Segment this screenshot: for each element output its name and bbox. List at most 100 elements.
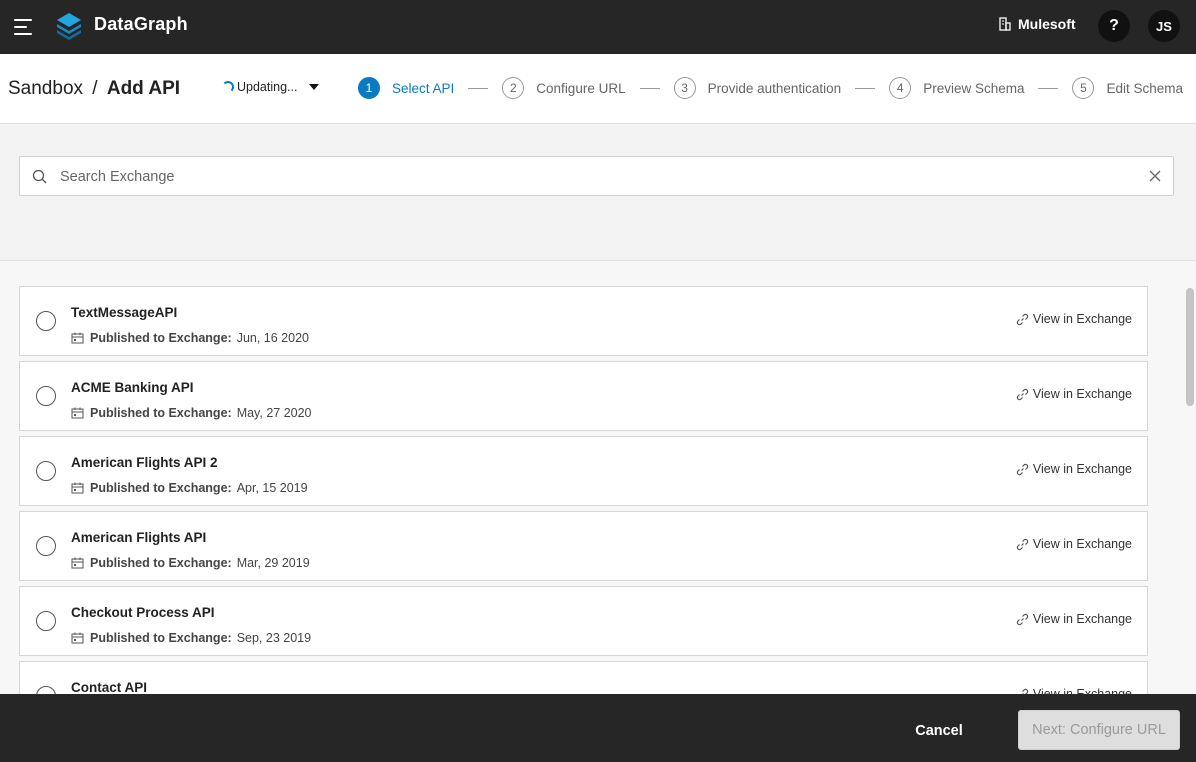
step-label: Configure URL (536, 80, 626, 96)
cancel-button[interactable]: Cancel (902, 711, 976, 751)
published-label: Published to Exchange: (90, 331, 232, 345)
view-in-exchange-link[interactable]: View in Exchange (1016, 462, 1132, 476)
org-switcher[interactable]: Mulesoft (998, 16, 1076, 32)
api-name: American Flights API (71, 530, 207, 545)
environment-status: Updating... (237, 80, 298, 94)
link-icon (1016, 313, 1029, 325)
step-number: 4 (889, 77, 912, 99)
loading-spinner-icon (222, 81, 234, 93)
search-section (0, 124, 1196, 261)
step-number: 5 (1072, 77, 1095, 99)
view-in-exchange-link[interactable]: View in Exchange (1016, 687, 1132, 694)
step-number: 3 (673, 77, 696, 99)
calendar-icon (71, 407, 84, 419)
publish-info: Published to Exchange: Mar, 29 2019 (71, 556, 310, 570)
published-date: May, 27 2020 (236, 406, 312, 420)
user-avatar[interactable]: JS (1148, 10, 1180, 42)
menu-icon[interactable] (14, 16, 36, 38)
api-name: TextMessageAPI (71, 305, 178, 320)
link-icon (1016, 388, 1029, 400)
list-scrollbar[interactable] (1186, 288, 1194, 406)
step-label: Select API (392, 80, 455, 96)
environment-dropdown[interactable]: Updating... (222, 80, 320, 94)
publish-info: Published to Exchange: Sep, 23 2019 (71, 631, 311, 645)
api-list-item[interactable]: ACME Banking API Published to Exchange: … (19, 361, 1148, 431)
step-divider (639, 87, 660, 89)
publish-info: Published to Exchange: May, 27 2020 (71, 406, 312, 420)
step-divider (855, 87, 876, 89)
step-divider (468, 87, 489, 89)
page-header: Sandbox / Add API Updating... 1 Select A… (0, 54, 1196, 124)
published-date: Sep, 23 2019 (236, 631, 312, 645)
page-title: Add API (106, 78, 181, 99)
api-list-item[interactable]: American Flights API 2 Published to Exch… (19, 436, 1148, 506)
step-label: Provide authentication (707, 80, 842, 96)
publish-info: Published to Exchange: Apr, 15 2019 (71, 481, 308, 495)
step-preview-schema: 4 Preview Schema (889, 77, 1024, 99)
api-name: Checkout Process API (71, 605, 215, 620)
caret-down-icon (309, 84, 320, 90)
link-icon (1016, 613, 1029, 625)
api-name: American Flights API 2 (71, 455, 218, 470)
step-label: Edit Schema (1106, 80, 1184, 96)
step-configure-url: 2 Configure URL (502, 77, 626, 99)
step-select-api: 1 Select API (358, 77, 454, 99)
datagraph-logo-icon (57, 13, 81, 40)
footer-bar: Cancel Next: Configure URL (0, 694, 1196, 762)
breadcrumb-parent[interactable]: Sandbox (8, 78, 83, 99)
select-radio[interactable] (36, 386, 56, 406)
view-in-exchange-label: View in Exchange (1032, 687, 1132, 694)
help-button[interactable]: ? (1098, 10, 1130, 42)
calendar-icon (71, 557, 84, 569)
breadcrumb-separator: / (92, 78, 98, 99)
wizard-stepper: 1 Select API 2 Configure URL 3 Provide a… (358, 77, 1183, 99)
step-provide-authentication: 3 Provide authentication (673, 77, 842, 99)
view-in-exchange-label: View in Exchange (1032, 612, 1132, 626)
building-icon (999, 17, 1011, 31)
published-label: Published to Exchange: (90, 556, 232, 570)
top-navigation-bar: DataGraph Mulesoft ? JS (0, 0, 1196, 54)
published-date: Jun, 16 2020 (236, 331, 309, 345)
published-label: Published to Exchange: (90, 631, 232, 645)
select-radio[interactable] (36, 461, 56, 481)
link-icon (1016, 538, 1029, 550)
step-divider (1038, 87, 1059, 89)
api-list-item[interactable]: TextMessageAPI Published to Exchange: Ju… (19, 286, 1148, 356)
search-icon (32, 169, 47, 184)
api-list-item[interactable]: Contact API Published to Exchange: View … (19, 661, 1148, 694)
search-input[interactable] (60, 166, 1120, 188)
view-in-exchange-label: View in Exchange (1032, 312, 1132, 326)
api-name: Contact API (71, 680, 148, 694)
view-in-exchange-label: View in Exchange (1032, 537, 1132, 551)
api-list-item[interactable]: Checkout Process API Published to Exchan… (19, 586, 1148, 656)
select-radio[interactable] (36, 611, 56, 631)
org-name: Mulesoft (1018, 16, 1076, 32)
select-radio[interactable] (36, 686, 56, 694)
view-in-exchange-link[interactable]: View in Exchange (1016, 612, 1132, 626)
clear-search-icon[interactable] (1149, 170, 1161, 182)
view-in-exchange-link[interactable]: View in Exchange (1016, 537, 1132, 551)
breadcrumb: Sandbox / Add API (8, 78, 180, 100)
view-in-exchange-label: View in Exchange (1032, 462, 1132, 476)
api-list-item[interactable]: American Flights API Published to Exchan… (19, 511, 1148, 581)
api-name: ACME Banking API (71, 380, 194, 395)
next-configure-url-button[interactable]: Next: Configure URL (1018, 710, 1180, 750)
api-list-container: TextMessageAPI Published to Exchange: Ju… (0, 261, 1196, 694)
published-date: Apr, 15 2019 (236, 481, 308, 495)
api-list: TextMessageAPI Published to Exchange: Ju… (19, 286, 1148, 694)
select-radio[interactable] (36, 311, 56, 331)
published-label: Published to Exchange: (90, 406, 232, 420)
search-box (19, 156, 1174, 196)
link-icon (1016, 463, 1029, 475)
step-label: Preview Schema (923, 80, 1025, 96)
calendar-icon (71, 632, 84, 644)
select-radio[interactable] (36, 536, 56, 556)
step-number: 1 (358, 77, 380, 99)
calendar-icon (71, 482, 84, 494)
published-label: Published to Exchange: (90, 481, 232, 495)
step-number: 2 (502, 77, 525, 99)
step-edit-schema: 5 Edit Schema (1072, 77, 1183, 99)
view-in-exchange-link[interactable]: View in Exchange (1016, 387, 1132, 401)
calendar-icon (71, 332, 84, 344)
view-in-exchange-link[interactable]: View in Exchange (1016, 312, 1132, 326)
